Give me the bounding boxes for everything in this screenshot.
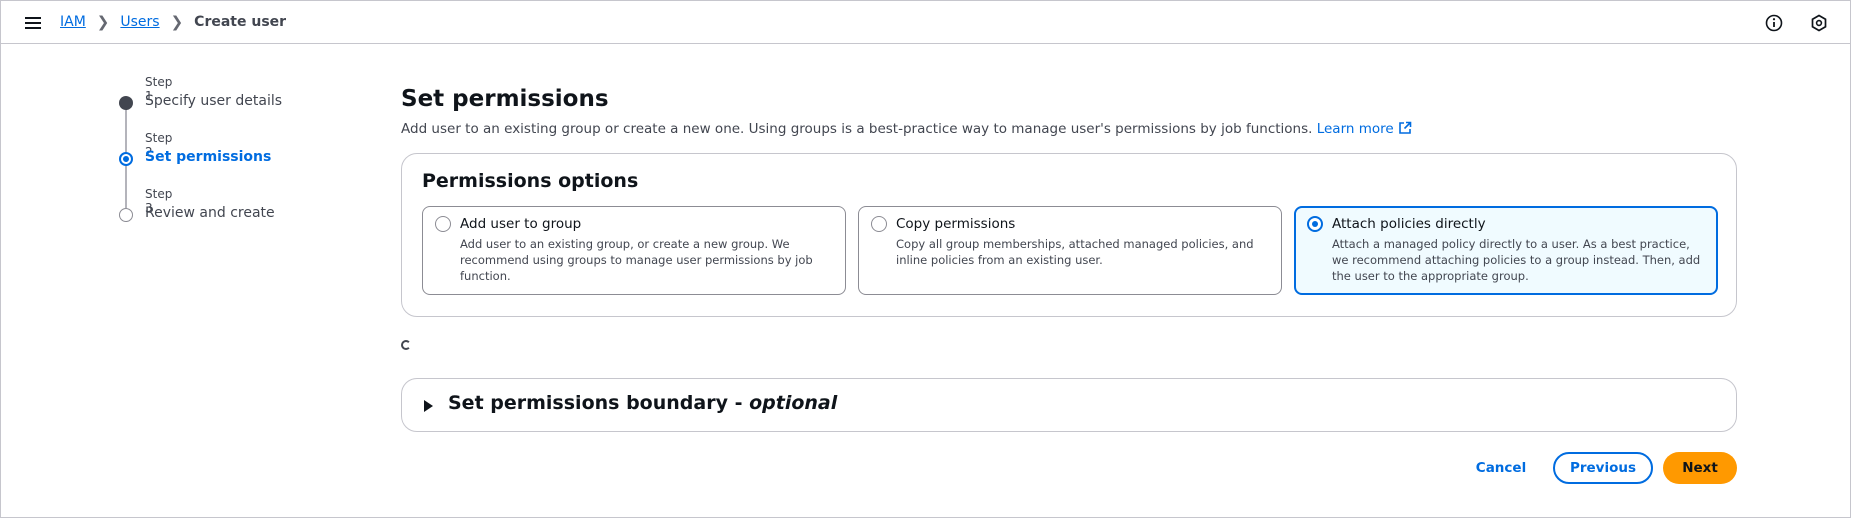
settings-hexagon-icon[interactable] (1809, 13, 1829, 33)
permissions-boundary-title[interactable]: Set permissions boundary - optional (448, 392, 837, 414)
loading-spinner-icon (401, 340, 411, 350)
learn-more-link[interactable]: Learn more (1317, 121, 1412, 137)
step-title[interactable]: Specify user details (145, 93, 282, 109)
caret-right-icon[interactable] (424, 400, 433, 412)
external-link-icon (1398, 121, 1412, 134)
optional-label: optional (749, 392, 838, 414)
radio-button[interactable] (871, 216, 887, 232)
next-button[interactable]: Next (1663, 452, 1737, 484)
page-title: Set permissions (401, 86, 609, 112)
step-connector (125, 110, 127, 152)
breadcrumb-iam-link[interactable]: IAM (60, 14, 86, 30)
page: IAM ❯ Users ❯ Create user Step 1 Specify… (0, 0, 1851, 518)
breadcrumb-users-link[interactable]: Users (120, 14, 159, 30)
permissions-options-title: Permissions options (422, 170, 639, 192)
previous-button[interactable]: Previous (1553, 452, 1653, 484)
step-completed-icon (119, 96, 133, 110)
option-title: Attach policies directly (1332, 216, 1486, 232)
step-title: Review and create (145, 205, 275, 221)
top-bar: IAM ❯ Users ❯ Create user (1, 1, 1850, 44)
option-add-user-to-group[interactable]: Add user to group Add user to an existin… (422, 206, 846, 295)
option-copy-permissions[interactable]: Copy permissions Copy all group membersh… (858, 206, 1282, 295)
main-content: Set permissions Add user to an existing … (401, 83, 1737, 432)
option-description: Attach a managed policy directly to a us… (1332, 237, 1701, 283)
info-icon[interactable] (1764, 13, 1784, 33)
step-connector (125, 166, 127, 208)
permissions-options-panel: Permissions options Add user to group Ad… (401, 153, 1737, 317)
boundary-title-text: Set permissions boundary - (448, 392, 750, 414)
cancel-button[interactable]: Cancel (1461, 452, 1541, 484)
step-current-icon (119, 152, 133, 166)
step-title: Set permissions (145, 149, 272, 165)
option-title: Add user to group (460, 216, 582, 232)
option-description: Copy all group memberships, attached man… (896, 237, 1254, 267)
chevron-right-icon: ❯ (170, 13, 184, 31)
hamburger-menu-icon[interactable] (25, 14, 41, 30)
learn-more-label[interactable]: Learn more (1317, 121, 1394, 137)
option-attach-policies-directly[interactable]: Attach policies directly Attach a manage… (1294, 206, 1718, 295)
option-title: Copy permissions (896, 216, 1016, 232)
breadcrumb-current: Create user (194, 14, 287, 30)
breadcrumb: IAM ❯ Users ❯ Create user (60, 13, 286, 31)
chevron-right-icon: ❯ (96, 13, 110, 31)
radio-button[interactable] (435, 216, 451, 232)
page-description: Add user to an existing group or create … (401, 119, 1737, 139)
permissions-boundary-expander[interactable]: Set permissions boundary - optional (401, 378, 1737, 432)
description-text: Add user to an existing group or create … (401, 121, 1313, 137)
radio-button-selected[interactable] (1307, 216, 1323, 232)
step-upcoming-icon (119, 208, 133, 222)
option-description: Add user to an existing group, or create… (460, 237, 813, 283)
